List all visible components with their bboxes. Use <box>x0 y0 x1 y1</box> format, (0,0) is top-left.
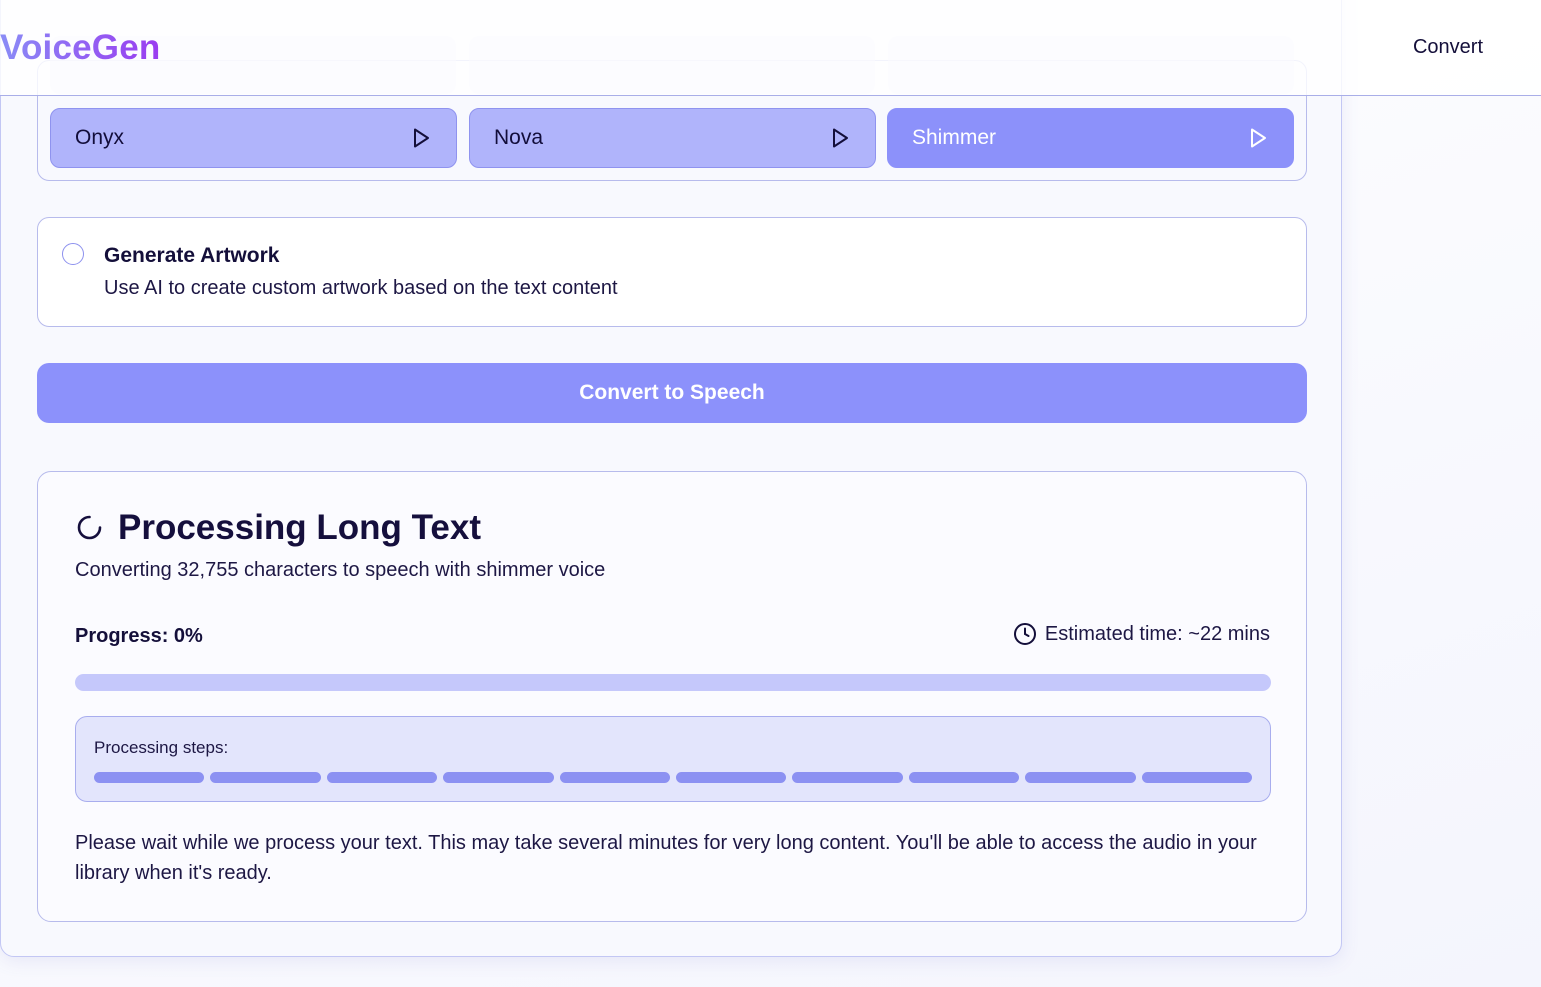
artwork-radio[interactable] <box>62 243 84 265</box>
processing-title: Processing Long Text <box>118 508 482 547</box>
logo[interactable]: VoiceGen <box>0 28 160 68</box>
processing-subtitle: Converting 32,755 characters to speech w… <box>75 559 606 581</box>
step-bar <box>792 772 903 783</box>
processing-card: Processing Long Text Converting 32,755 c… <box>37 471 1307 922</box>
step-bar <box>94 772 205 783</box>
step-bar <box>559 772 671 783</box>
processing-note: Please wait while we process your text. … <box>75 832 1257 884</box>
spinner-icon <box>77 515 102 540</box>
voice-option-label: Shimmer <box>912 126 997 149</box>
top-header: VoiceGen Convert <box>0 0 1541 96</box>
nav-convert-link[interactable]: Convert <box>1413 36 1483 59</box>
voice-option-shimmer[interactable]: Shimmer <box>887 108 1294 168</box>
play-icon[interactable] <box>410 127 432 149</box>
artwork-description: Use AI to create custom artwork based on… <box>104 277 618 299</box>
steps-label: Processing steps: <box>94 738 229 757</box>
clock-icon <box>1013 622 1037 646</box>
step-bar <box>1141 772 1253 783</box>
play-icon[interactable] <box>1247 127 1269 149</box>
convert-to-speech-button[interactable]: Convert to Speech <box>37 363 1307 423</box>
step-bar <box>1025 772 1136 783</box>
generate-artwork-option[interactable]: Generate Artwork Use AI to create custom… <box>37 217 1307 327</box>
estimated-time: Estimated time: ~22 mins <box>1013 622 1270 646</box>
processing-steps: Processing steps: <box>75 716 1271 802</box>
estimated-time-text: Estimated time: ~22 mins <box>1044 622 1270 645</box>
voice-option-label: Nova <box>494 126 544 149</box>
steps-row <box>94 772 1253 783</box>
step-bar <box>326 772 438 783</box>
voice-option-label: Onyx <box>75 126 125 149</box>
progress-bar <box>75 674 1271 691</box>
step-bar <box>210 772 321 783</box>
voice-option-onyx[interactable]: Onyx <box>50 108 457 168</box>
step-bar <box>443 772 554 783</box>
step-bar <box>908 772 1020 783</box>
progress-label: Progress: 0% <box>75 625 203 647</box>
artwork-title: Generate Artwork <box>104 244 280 267</box>
play-icon[interactable] <box>829 127 851 149</box>
step-bar <box>676 772 787 783</box>
voice-option-nova[interactable]: Nova <box>469 108 876 168</box>
